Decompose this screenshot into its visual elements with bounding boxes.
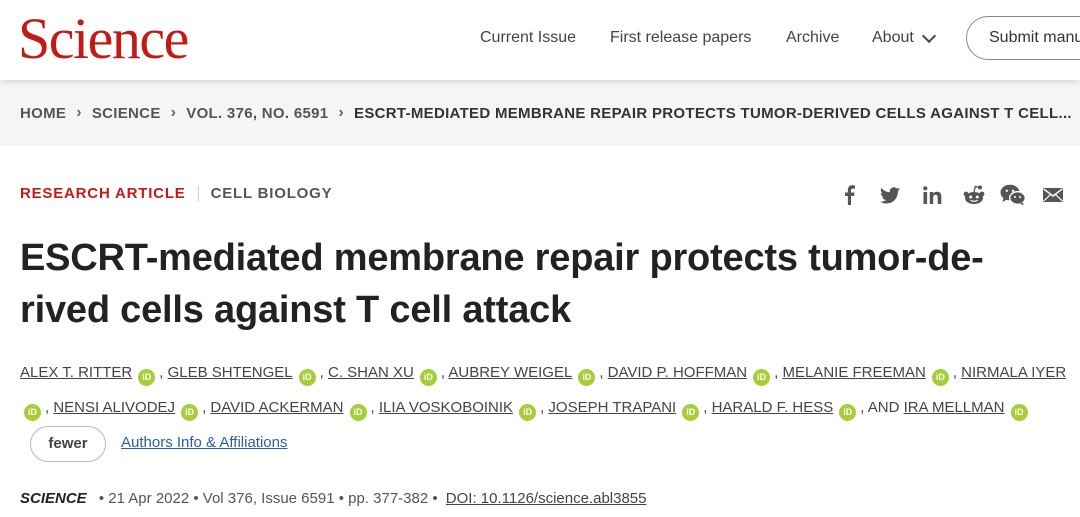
wechat-icon[interactable]	[1000, 183, 1026, 207]
chevron-right-icon: ›	[170, 104, 177, 121]
orcid-icon[interactable]: iD	[181, 404, 199, 421]
and-conjunction: AND	[867, 399, 900, 416]
article-type[interactable]: RESEARCH ARTICLE	[20, 185, 186, 202]
orcid-icon[interactable]: iD	[138, 369, 156, 386]
author-link[interactable]: IRA MELLMAN	[904, 399, 1005, 416]
divider	[197, 185, 199, 202]
orcid-icon[interactable]: iD	[578, 369, 596, 386]
article-kicker: RESEARCH ARTICLE CELL BIOLOGY	[20, 185, 332, 202]
breadcrumb-volume[interactable]: VOL. 376, NO. 6591	[186, 105, 328, 122]
chevron-down-icon	[921, 28, 936, 43]
orcid-icon[interactable]: iD	[1010, 404, 1028, 421]
chevron-right-icon: ›	[76, 104, 82, 121]
orcid-icon[interactable]: iD	[298, 369, 316, 386]
author-link[interactable]: MELANIE FREEMAN	[782, 364, 925, 381]
citation-line: SCIENCE • 21 Apr 2022 • Vol 376, Issue 6…	[20, 490, 647, 507]
nav-current-issue[interactable]: Current Issue	[480, 28, 576, 48]
chevron-right-icon: ›	[338, 104, 345, 121]
orcid-icon[interactable]: iD	[682, 404, 700, 421]
site-header: Science Current Issue First release pape…	[0, 0, 1080, 80]
article-title-line-2: rived cells against T cell attack	[20, 289, 572, 331]
author-link[interactable]: AUBREY WEIGEL	[448, 364, 572, 381]
article-title: ESCRT-mediated membrane repair protects …	[20, 232, 1060, 336]
submit-manuscript-button[interactable]: Submit manu	[966, 16, 1080, 60]
nav-about-label: About	[872, 29, 914, 46]
facebook-icon[interactable]	[836, 183, 862, 207]
breadcrumb-home[interactable]: HOME	[20, 105, 66, 122]
linkedin-icon[interactable]	[919, 183, 945, 207]
breadcrumb-current: ESCRT-MEDIATED MEMBRANE REPAIR PROTECTS …	[354, 104, 1072, 122]
author-link[interactable]: ILIA VOSKOBOINIK	[379, 399, 513, 416]
breadcrumb-science[interactable]: SCIENCE	[92, 105, 161, 122]
citation-details: • 21 Apr 2022 • Vol 376, Issue 6591 • pp…	[98, 490, 438, 507]
author-link[interactable]: C. SHAN XU	[328, 364, 414, 381]
orcid-icon[interactable]: iD	[753, 369, 771, 386]
author-link[interactable]: HARALD F. HESS	[712, 399, 834, 416]
email-icon[interactable]	[1040, 183, 1066, 207]
author-link[interactable]: DAVID P. HOFFMAN	[608, 364, 747, 381]
nav-first-release-papers[interactable]: First release papers	[610, 28, 751, 48]
nav-about[interactable]: About	[872, 28, 936, 48]
author-list-continued: iD, NENSI ALIVODEJ iD, DAVID ACKERMAN iD, …	[20, 397, 1080, 421]
author-list: ALEX T. RITTER iD, GLEB SHTENGEL iD, C. SH…	[20, 362, 1080, 386]
breadcrumb: HOME › SCIENCE › VOL. 376, NO. 6591 › ES…	[20, 104, 1072, 122]
article-title-line-1: ESCRT-mediated membrane repair protects …	[20, 237, 984, 279]
nav-archive[interactable]: Archive	[786, 28, 839, 48]
author-link[interactable]: NENSI ALIVODEJ	[53, 399, 175, 416]
author-link[interactable]: JOSEPH TRAPANI	[548, 399, 676, 416]
article-subject[interactable]: CELL BIOLOGY	[211, 185, 333, 202]
fewer-authors-button[interactable]: fewer	[30, 426, 106, 462]
doi-link[interactable]: DOI: 10.1126/science.abl3855	[446, 490, 647, 507]
author-link[interactable]: DAVID ACKERMAN	[210, 399, 343, 416]
author-link[interactable]: ALEX T. RITTER	[20, 364, 132, 381]
reddit-icon[interactable]	[961, 183, 987, 207]
orcid-icon[interactable]: iD	[519, 404, 537, 421]
orcid-icon[interactable]: iD	[931, 369, 949, 386]
twitter-icon[interactable]	[877, 183, 903, 207]
journal-name: SCIENCE	[20, 490, 87, 507]
author-link[interactable]: NIRMALA IYER	[961, 364, 1066, 381]
author-link[interactable]: GLEB SHTENGEL	[168, 364, 293, 381]
orcid-icon[interactable]: iD	[349, 404, 367, 421]
orcid-icon[interactable]: iD	[839, 404, 857, 421]
orcid-icon[interactable]: iD	[419, 369, 437, 386]
orcid-icon[interactable]: iD	[24, 404, 41, 421]
science-logo[interactable]: Science	[18, 8, 189, 70]
authors-info-affiliations-link[interactable]: Authors Info & Affiliations	[121, 434, 288, 451]
